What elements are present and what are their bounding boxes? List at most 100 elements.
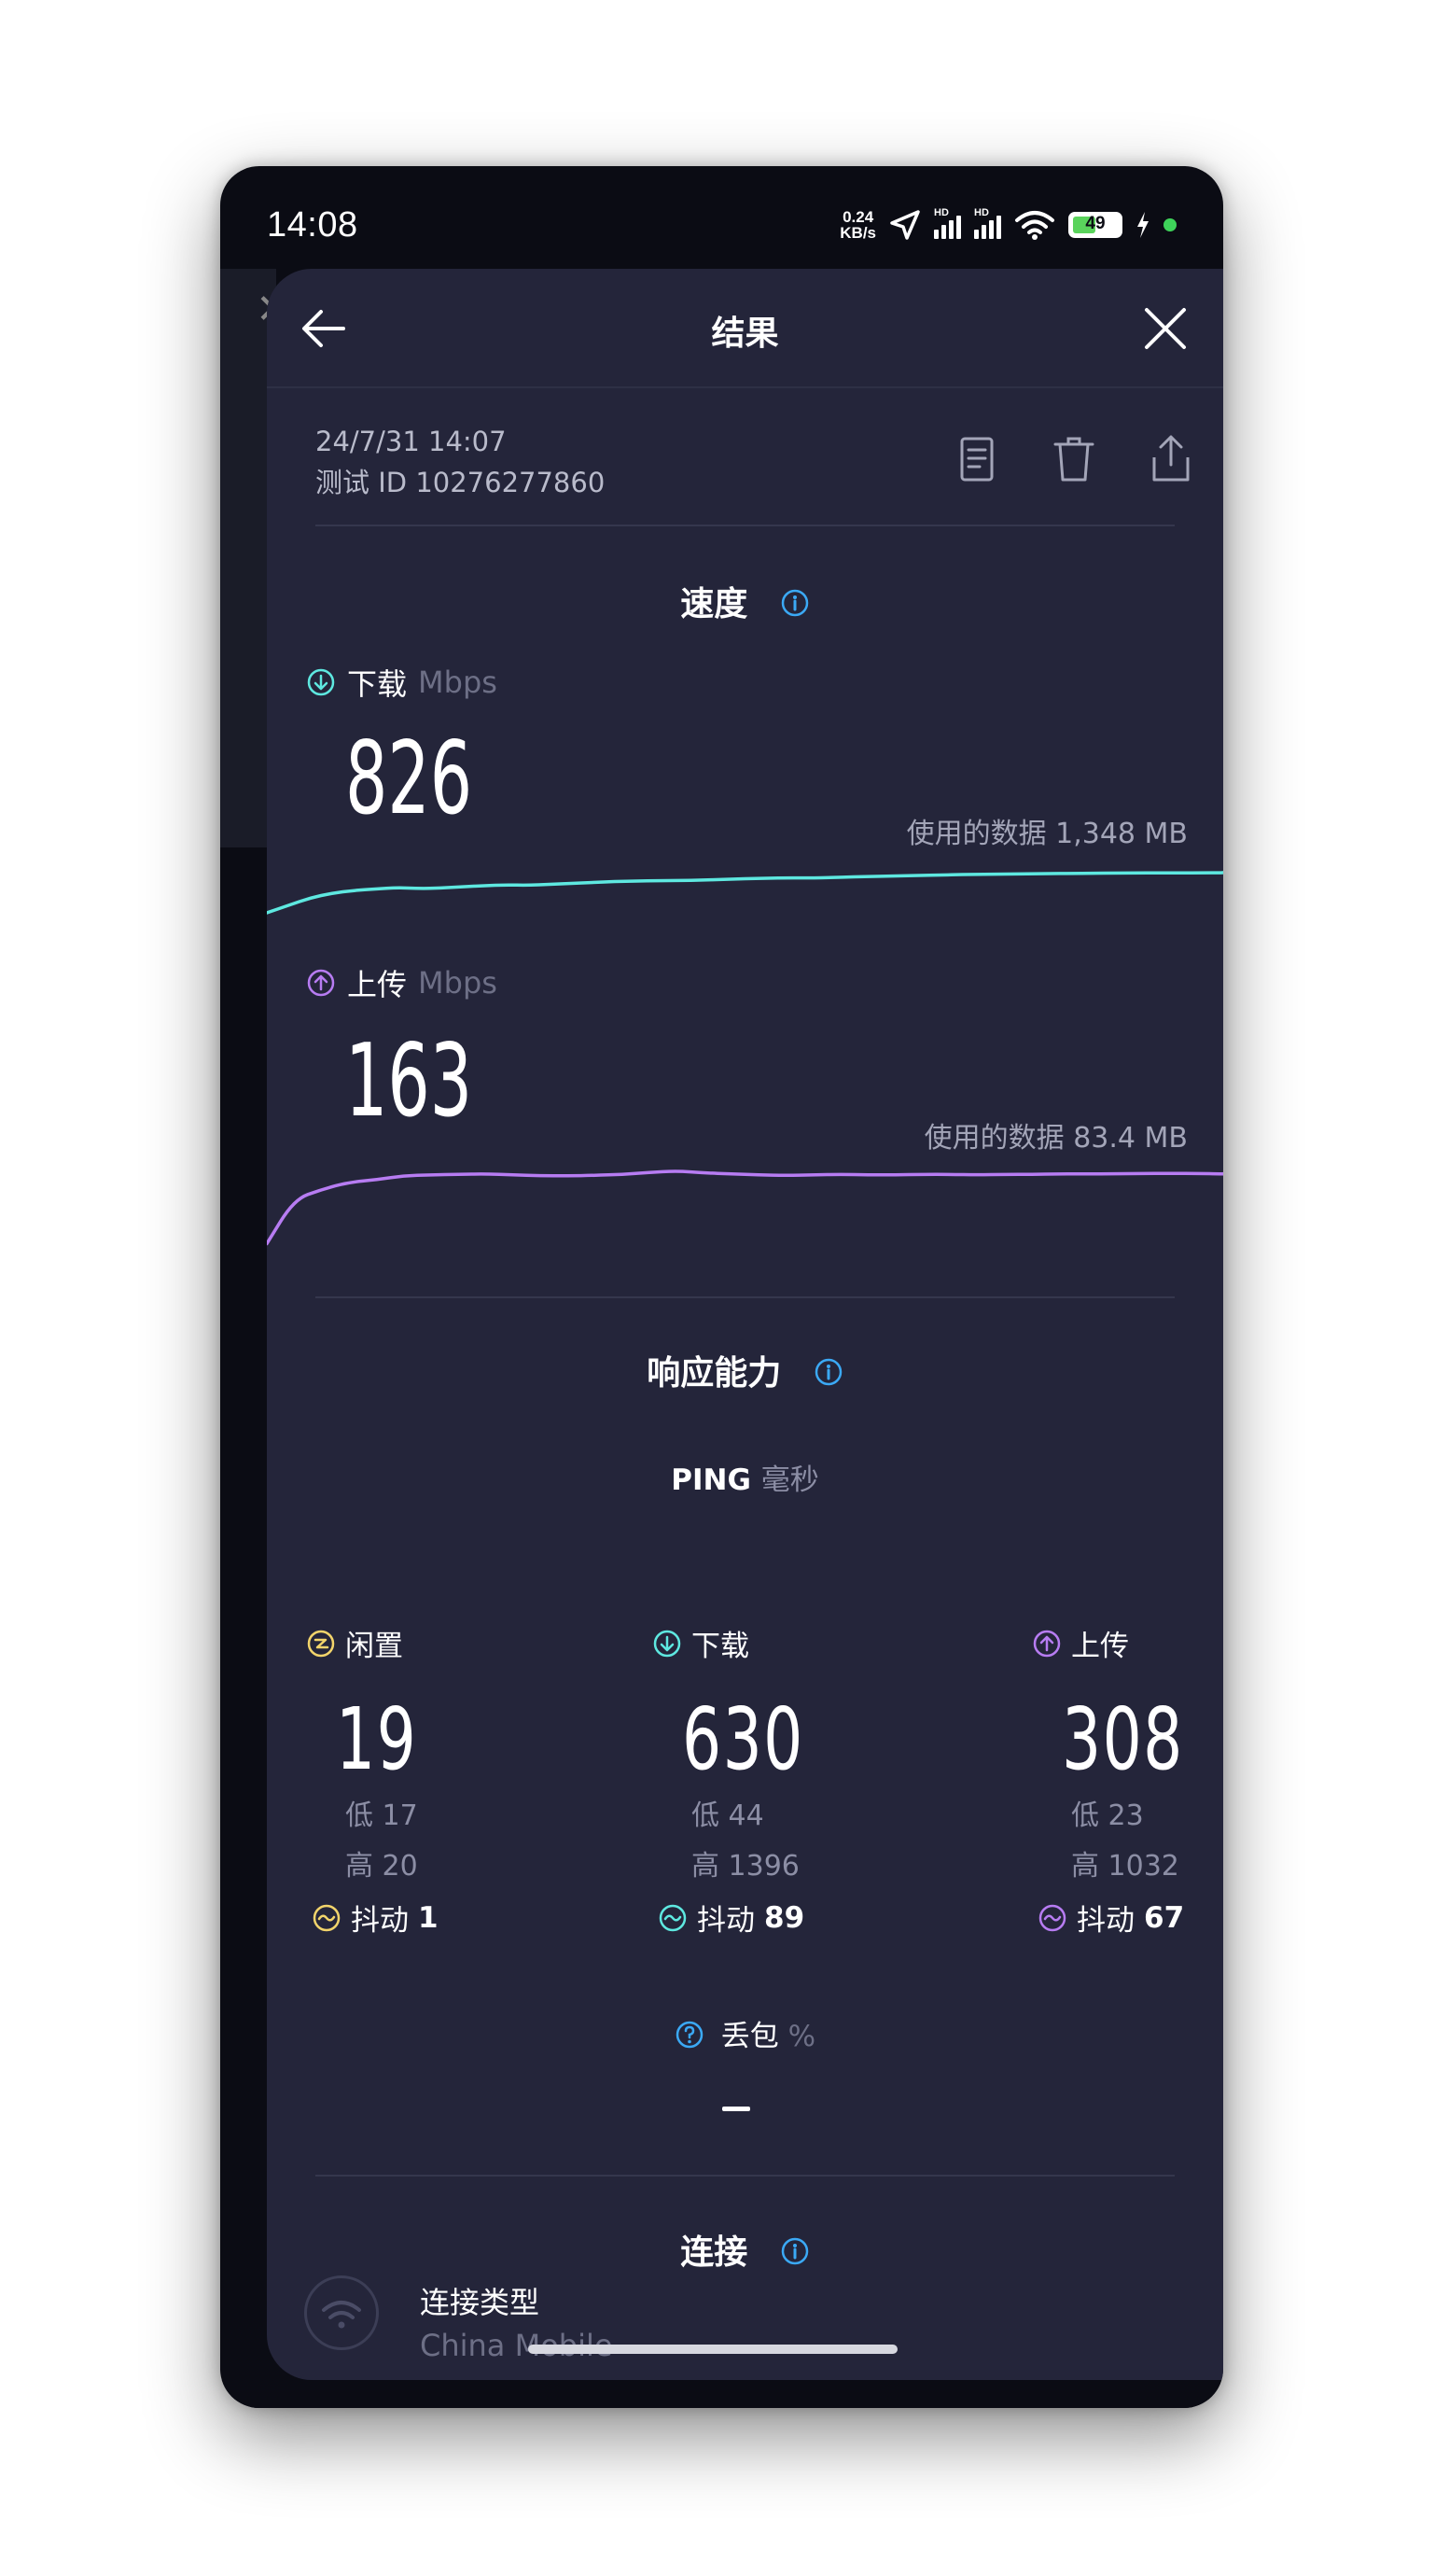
ping-idle-jitter-label: 抖动 [351, 1904, 409, 1938]
download-speed-line [267, 871, 1223, 915]
ping-idle-value: 19 [336, 1689, 418, 1789]
ping-download-value: 630 [682, 1689, 804, 1789]
network-speed-unit: KB/s [840, 224, 876, 242]
battery-icon: 49 [1068, 212, 1122, 238]
close-button[interactable] [1136, 299, 1195, 358]
ping-label: PING [671, 1463, 751, 1497]
info-icon[interactable] [780, 588, 810, 618]
ping-idle-low: 低 17 [345, 1799, 418, 1832]
ping-download-column: 下载 630 低 44 高 1396 抖动 89 [652, 1622, 932, 1938]
ping-download-label-text: 下载 [691, 1630, 749, 1663]
upload-arrow-icon [307, 969, 335, 997]
download-label: 下载 Mbps [306, 661, 497, 704]
ping-upload-label-text: 上传 [1071, 1630, 1129, 1663]
ping-upload-column: 上传 308 低 23 高 1032 抖动 67 [1032, 1622, 1223, 1938]
upload-unit: Mbps [418, 965, 497, 1001]
ping-idle-high: 高 20 [345, 1850, 418, 1883]
ping-download-low: 低 44 [691, 1799, 764, 1832]
test-date: 24/7/31 14:07 [315, 426, 507, 457]
ping-download-jitter: 抖动 89 [658, 1897, 804, 1939]
responsiveness-title-text: 响应能力 [647, 1354, 782, 1393]
packet-loss-unit: % [787, 2020, 816, 2053]
download-arrow-icon [307, 668, 335, 696]
ping-idle-jitter: 抖动 1 [312, 1897, 439, 1939]
upload-label: 上传 Mbps [306, 961, 497, 1004]
idle-icon [307, 1630, 335, 1657]
divider [315, 2175, 1175, 2177]
ping-upload-low: 低 23 [1071, 1799, 1144, 1832]
ping-heading: PING 毫秒 [267, 1456, 1223, 1498]
responsiveness-section-title: 响应能力 [267, 1346, 1223, 1394]
page-title: 结果 [711, 315, 779, 353]
ping-download-jitter-label: 抖动 [697, 1904, 755, 1938]
ping-idle-jitter-value: 1 [418, 1900, 439, 1935]
result-actions [953, 433, 1195, 485]
speed-section-title: 速度 [267, 577, 1223, 625]
download-speed-value: 826 [345, 721, 473, 837]
phone-bottom-bezel [220, 2380, 1223, 2408]
phone-frame: 14:08 0.24 KB/s HD HD 49 结果 24/7/31 14:0… [220, 166, 1223, 2408]
ping-unit: 毫秒 [760, 1463, 819, 1497]
download-arrow-icon [653, 1630, 681, 1657]
ping-upload-high: 高 1032 [1071, 1850, 1179, 1883]
packet-loss-label: 丢包 [720, 2020, 779, 2053]
document-icon[interactable] [953, 433, 1001, 485]
home-indicator[interactable] [528, 2345, 898, 2354]
divider [315, 1296, 1175, 1298]
upload-data-used: 使用的数据 83.4 MB [924, 1122, 1188, 1155]
upload-speed-value: 163 [345, 1023, 473, 1140]
charging-icon [1137, 212, 1149, 238]
download-label-text: 下载 [347, 666, 408, 702]
test-id: 测试 ID 10276277860 [315, 467, 606, 498]
results-sheet: 结果 24/7/31 14:07 测试 ID 10276277860 速度 下载… [267, 269, 1223, 2380]
speed-title-text: 速度 [680, 585, 748, 623]
download-unit: Mbps [418, 665, 497, 700]
ping-upload-jitter: 抖动 67 [1038, 1897, 1184, 1939]
jitter-icon [1038, 1904, 1066, 1931]
download-speed-chart [267, 871, 1223, 915]
download-data-used: 使用的数据 1,348 MB [906, 818, 1188, 850]
upload-speed-line [267, 1169, 1223, 1246]
upload-label-text: 上传 [347, 967, 408, 1002]
connection-section-title: 连接 [267, 2225, 1223, 2274]
signal-hd-badge-2: HD [974, 207, 989, 218]
status-time: 14:08 [267, 205, 358, 245]
trash-icon[interactable] [1050, 433, 1098, 485]
ping-download-label: 下载 [652, 1622, 932, 1664]
divider [315, 525, 1175, 526]
signal-hd-badge: HD [934, 207, 949, 218]
ping-idle-label-text: 闲置 [345, 1630, 403, 1663]
packet-loss-heading: 丢包 % [267, 2012, 1223, 2054]
ping-upload-jitter-value: 67 [1144, 1900, 1185, 1935]
info-icon[interactable] [814, 1357, 843, 1387]
help-icon[interactable] [675, 2020, 704, 2050]
privacy-indicator-dot [1163, 218, 1177, 231]
ping-idle-label: 闲置 [306, 1622, 586, 1664]
upload-speed-chart [267, 1169, 1223, 1246]
connection-type-label: 连接类型 [420, 2285, 540, 2320]
ping-idle-column: 闲置 19 低 17 高 20 抖动 1 [306, 1622, 586, 1938]
signal-bars-icon-2: HD [974, 207, 1001, 239]
ping-download-jitter-value: 89 [764, 1900, 805, 1935]
location-arrow-icon [890, 210, 920, 240]
battery-level: 49 [1085, 214, 1106, 233]
signal-bars-icon: HD [934, 207, 961, 239]
jitter-icon [313, 1904, 341, 1931]
info-icon[interactable] [780, 2236, 810, 2266]
connection-title-text: 连接 [680, 2233, 748, 2272]
network-speed-value: 0.24 [843, 208, 874, 226]
wifi-icon [1015, 211, 1054, 240]
packet-loss-value [722, 2107, 750, 2111]
sheet-header: 结果 [267, 269, 1223, 388]
ping-upload-label: 上传 [1032, 1622, 1223, 1664]
ping-download-high: 高 1396 [691, 1850, 800, 1883]
ping-upload-jitter-label: 抖动 [1077, 1904, 1135, 1938]
jitter-icon [659, 1904, 687, 1931]
network-speed: 0.24 KB/s [840, 209, 876, 241]
share-icon[interactable] [1147, 433, 1195, 485]
upload-arrow-icon [1033, 1630, 1061, 1657]
ping-upload-value: 308 [1062, 1689, 1184, 1789]
status-icons: 0.24 KB/s HD HD 49 [840, 207, 1177, 241]
status-bar: 14:08 0.24 KB/s HD HD 49 [220, 166, 1223, 269]
wifi-icon [304, 2275, 379, 2350]
